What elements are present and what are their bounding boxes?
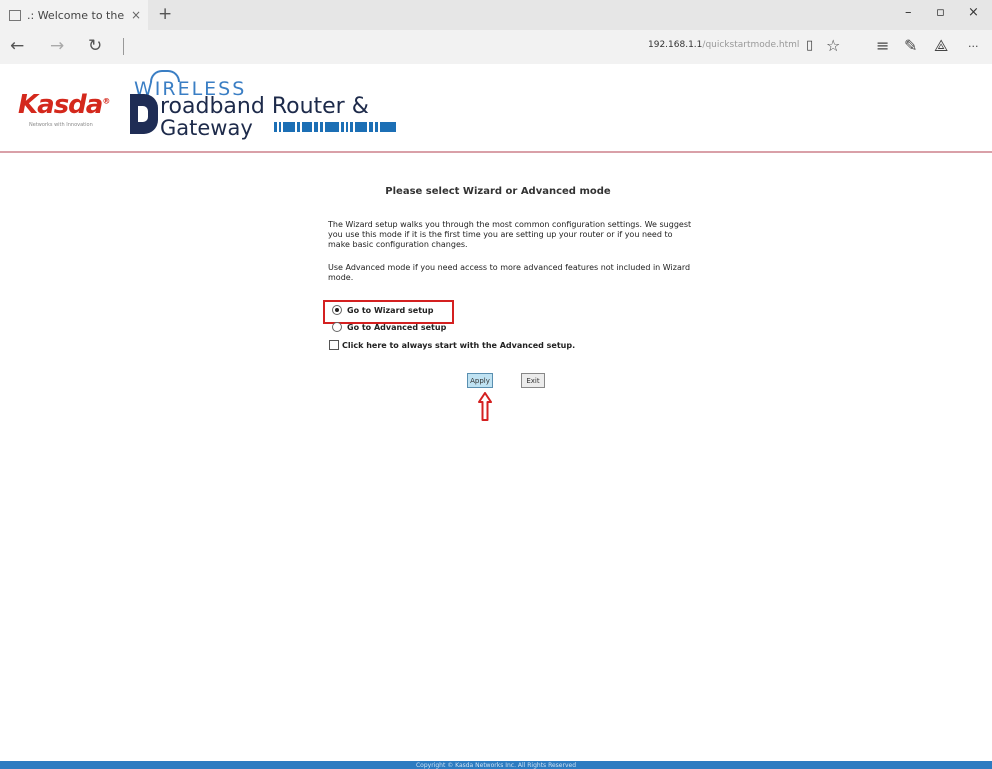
back-button[interactable]: ← xyxy=(10,36,24,56)
product-stripes-decoration xyxy=(274,122,396,132)
footer-copyright: Copyright © Kasda Networks Inc. All Righ… xyxy=(415,761,577,769)
wizard-option-label: Go to Wizard setup xyxy=(347,305,434,315)
mode-selection-panel: Please select Wizard or Advanced mode Th… xyxy=(328,186,698,282)
hub-icon[interactable]: ≡ xyxy=(876,36,889,55)
product-b-logo xyxy=(130,94,158,134)
url-field[interactable]: 192.168.1.1/quickstartmode.html xyxy=(648,40,799,50)
browser-address-bar: ← → ↻ 192.168.1.1/quickstartmode.html ▯ … xyxy=(0,30,992,65)
web-note-icon[interactable]: ✎ xyxy=(904,36,917,55)
minimize-button[interactable]: – xyxy=(905,5,912,20)
wizard-description: The Wizard setup walks you through the m… xyxy=(328,220,692,249)
maximize-button[interactable]: ▫ xyxy=(936,5,945,20)
advanced-description: Use Advanced mode if you need access to … xyxy=(328,263,691,282)
more-icon[interactable]: ··· xyxy=(968,40,979,53)
red-up-arrow-icon xyxy=(478,392,492,421)
wizard-radio[interactable] xyxy=(332,305,342,315)
url-host: 192.168.1.1 xyxy=(648,40,703,50)
apply-button[interactable]: Apply xyxy=(467,373,493,388)
window-close-button[interactable]: × xyxy=(968,5,979,20)
forward-button[interactable]: → xyxy=(50,36,64,56)
wizard-option[interactable]: Go to Wizard setup xyxy=(332,305,433,315)
reading-view-icon[interactable]: ▯ xyxy=(806,38,813,53)
url-path: /quickstartmode.html xyxy=(702,40,800,50)
brand-tagline: Networks with Innovation xyxy=(29,122,93,128)
toolbar-divider xyxy=(123,38,124,55)
page-favicon-icon xyxy=(9,9,21,21)
browser-tab[interactable]: .: Welcome to the Web- × xyxy=(0,0,148,30)
advanced-option[interactable]: Go to Advanced setup xyxy=(332,322,446,332)
header-divider xyxy=(0,151,992,153)
page-footer: Copyright © Kasda Networks Inc. All Righ… xyxy=(0,761,992,769)
tab-title: .: Welcome to the Web- xyxy=(27,8,127,22)
advanced-radio[interactable] xyxy=(332,322,342,332)
always-advanced-checkbox[interactable] xyxy=(329,340,339,350)
share-icon[interactable]: ⟁ xyxy=(934,36,948,56)
router-header: Kasda® Networks with Innovation WIRELESS… xyxy=(0,64,992,152)
favorite-star-icon[interactable]: ☆ xyxy=(826,36,840,55)
advanced-option-label: Go to Advanced setup xyxy=(347,322,447,332)
refresh-button[interactable]: ↻ xyxy=(88,36,102,56)
always-advanced-option[interactable]: Click here to always start with the Adva… xyxy=(329,340,575,350)
exit-button[interactable]: Exit xyxy=(521,373,545,388)
new-tab-button[interactable]: + xyxy=(158,4,172,24)
tab-close-icon[interactable]: × xyxy=(131,8,141,22)
always-advanced-label: Click here to always start with the Adva… xyxy=(342,340,576,350)
page-title: Please select Wizard or Advanced mode xyxy=(385,186,611,197)
browser-tab-bar: .: Welcome to the Web- × + – ▫ × xyxy=(0,0,992,30)
brand-logo: Kasda® xyxy=(18,90,110,120)
product-title-line2: Gateway xyxy=(160,116,253,140)
